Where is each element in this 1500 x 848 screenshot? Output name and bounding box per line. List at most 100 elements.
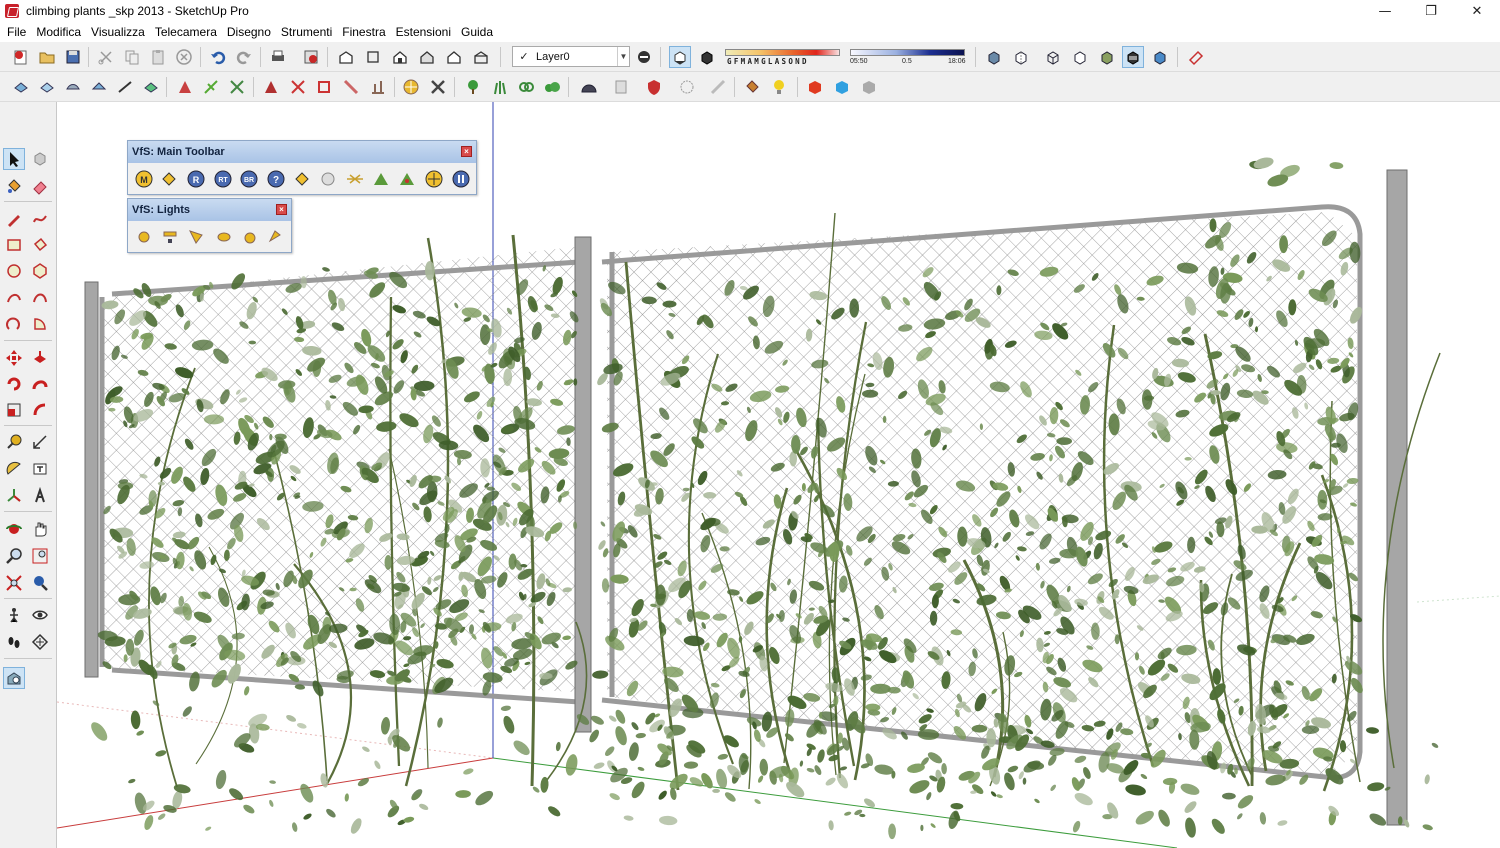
new-file-button[interactable] <box>10 46 32 68</box>
plant-tool-2-button[interactable] <box>200 76 222 98</box>
menu-file[interactable]: File <box>2 22 31 42</box>
menu-disegno[interactable]: Disegno <box>222 22 276 42</box>
smoove-button[interactable] <box>62 76 84 98</box>
shield-button[interactable] <box>643 76 665 98</box>
zoom-window-tool-button[interactable] <box>29 545 51 567</box>
grass-button[interactable] <box>489 76 511 98</box>
xray-style-button[interactable] <box>983 46 1005 68</box>
vfs-tag-button[interactable] <box>158 168 180 190</box>
line-tool-button[interactable] <box>3 208 25 230</box>
rotate-tool-button[interactable] <box>3 373 25 395</box>
plant-tool-6-button[interactable] <box>313 76 335 98</box>
compass-tool-button[interactable] <box>400 76 422 98</box>
pipe-button[interactable] <box>707 76 729 98</box>
hidden-line-button[interactable] <box>1069 46 1091 68</box>
tape-measure-tool-button[interactable] <box>3 431 25 453</box>
tree-button[interactable] <box>462 76 484 98</box>
print-button[interactable] <box>267 46 289 68</box>
sphere-light-button[interactable] <box>239 226 261 248</box>
polygon-tool-button[interactable] <box>29 260 51 282</box>
sandbox-scratch-button[interactable] <box>36 76 58 98</box>
spot-light-button[interactable] <box>185 226 207 248</box>
rectangle-tool-button[interactable] <box>3 234 25 256</box>
add-detail-button[interactable] <box>140 76 162 98</box>
open-file-button[interactable] <box>36 46 58 68</box>
shadow-time-slider[interactable]: 05:50 0.5 18:06 <box>850 47 970 69</box>
pan-tool-button[interactable] <box>29 518 51 540</box>
ies-light-button[interactable] <box>213 226 235 248</box>
shaded-button[interactable] <box>1096 46 1118 68</box>
vfs-grass-button[interactable] <box>370 168 392 190</box>
left-view-button[interactable] <box>470 46 492 68</box>
vfs-sphere-button[interactable] <box>317 168 339 190</box>
axes-tool-button[interactable] <box>3 485 25 507</box>
wireframe-button[interactable] <box>1042 46 1064 68</box>
text-tool-button[interactable] <box>29 458 51 480</box>
gray-cube-button[interactable] <box>858 76 880 98</box>
component-tool-button[interactable] <box>29 148 51 170</box>
position-camera-tool-button[interactable] <box>3 604 25 626</box>
shrub-button[interactable] <box>515 76 537 98</box>
vfs-lights-close-button[interactable]: × <box>276 204 287 215</box>
vfs-main-toolbar-close-button[interactable]: × <box>461 146 472 157</box>
stamp-button[interactable] <box>88 76 110 98</box>
rect-light-button[interactable] <box>159 226 181 248</box>
fog-toggle-button[interactable] <box>696 46 718 68</box>
vfs-material-button[interactable]: M <box>133 168 155 190</box>
blue-cube-button[interactable] <box>831 76 853 98</box>
vfs-export-button[interactable] <box>423 168 445 190</box>
follow-me-tool-button[interactable] <box>29 373 51 395</box>
vfs-info-button[interactable] <box>450 168 472 190</box>
look-around-tool-button[interactable] <box>29 604 51 626</box>
restore-button[interactable]: ❐ <box>1408 0 1454 22</box>
arc-tool-button[interactable] <box>3 286 25 308</box>
menu-visualizza[interactable]: Visualizza <box>86 22 150 42</box>
select-tool-button[interactable] <box>3 148 25 170</box>
close-button[interactable]: ✕ <box>1454 0 1500 22</box>
plant-tool-4-button[interactable] <box>260 76 282 98</box>
dome-button[interactable] <box>578 76 600 98</box>
three-point-arc-tool-button[interactable] <box>3 313 25 335</box>
dimension-tool-button[interactable] <box>29 431 51 453</box>
scale-tool-button[interactable] <box>3 399 25 421</box>
erase-button[interactable] <box>173 46 195 68</box>
menu-modifica[interactable]: Modifica <box>31 22 86 42</box>
menu-finestra[interactable]: Finestra <box>337 22 390 42</box>
vfs-infinite-plane-button[interactable] <box>344 168 366 190</box>
section-plane-button[interactable] <box>1185 46 1207 68</box>
paint-bucket-tool-button[interactable] <box>3 175 25 197</box>
vfs-help-button[interactable]: ? <box>265 168 287 190</box>
vfs-br-button[interactable]: BR <box>238 168 260 190</box>
menu-estensioni[interactable]: Estensioni <box>391 22 456 42</box>
circle-tool-button[interactable] <box>3 260 25 282</box>
plant-tool-7-button[interactable] <box>340 76 362 98</box>
warehouse-tool-button[interactable] <box>3 667 25 689</box>
section-plane-tool-button[interactable] <box>29 631 51 653</box>
orbit-button[interactable] <box>676 76 698 98</box>
paste-button[interactable] <box>147 46 169 68</box>
shadows-toggle-button[interactable] <box>669 46 691 68</box>
vfs-lights-header[interactable]: VfS: Lights × <box>128 199 291 221</box>
vfs-rt-button[interactable]: RT <box>212 168 234 190</box>
plant-tool-8-button[interactable] <box>367 76 389 98</box>
menu-strumenti[interactable]: Strumenti <box>276 22 337 42</box>
plant-tool-1-button[interactable] <box>174 76 196 98</box>
vfs-render-button[interactable]: R <box>185 168 207 190</box>
rotated-rectangle-tool-button[interactable] <box>29 234 51 256</box>
undo-button[interactable] <box>207 46 229 68</box>
layer-dropdown[interactable]: ✓ Layer0 ▼ <box>512 46 630 67</box>
zoom-extents-tool-button[interactable] <box>3 572 25 594</box>
mesh-light-button[interactable] <box>264 226 286 248</box>
light-bulb-button[interactable] <box>768 76 790 98</box>
protractor-tool-button[interactable] <box>3 458 25 480</box>
previous-view-tool-button[interactable] <box>29 572 51 594</box>
offset-tool-button[interactable] <box>29 399 51 421</box>
vfs-options-button[interactable] <box>291 168 313 190</box>
vfs-mesh-button[interactable] <box>396 168 418 190</box>
plant-tool-5-button[interactable] <box>287 76 309 98</box>
move-tool-button[interactable] <box>3 347 25 369</box>
walk-tool-button[interactable] <box>3 631 25 653</box>
shaded-textures-button[interactable] <box>1122 46 1144 68</box>
back-edges-button[interactable] <box>1010 46 1032 68</box>
iso-view-button[interactable] <box>335 46 357 68</box>
